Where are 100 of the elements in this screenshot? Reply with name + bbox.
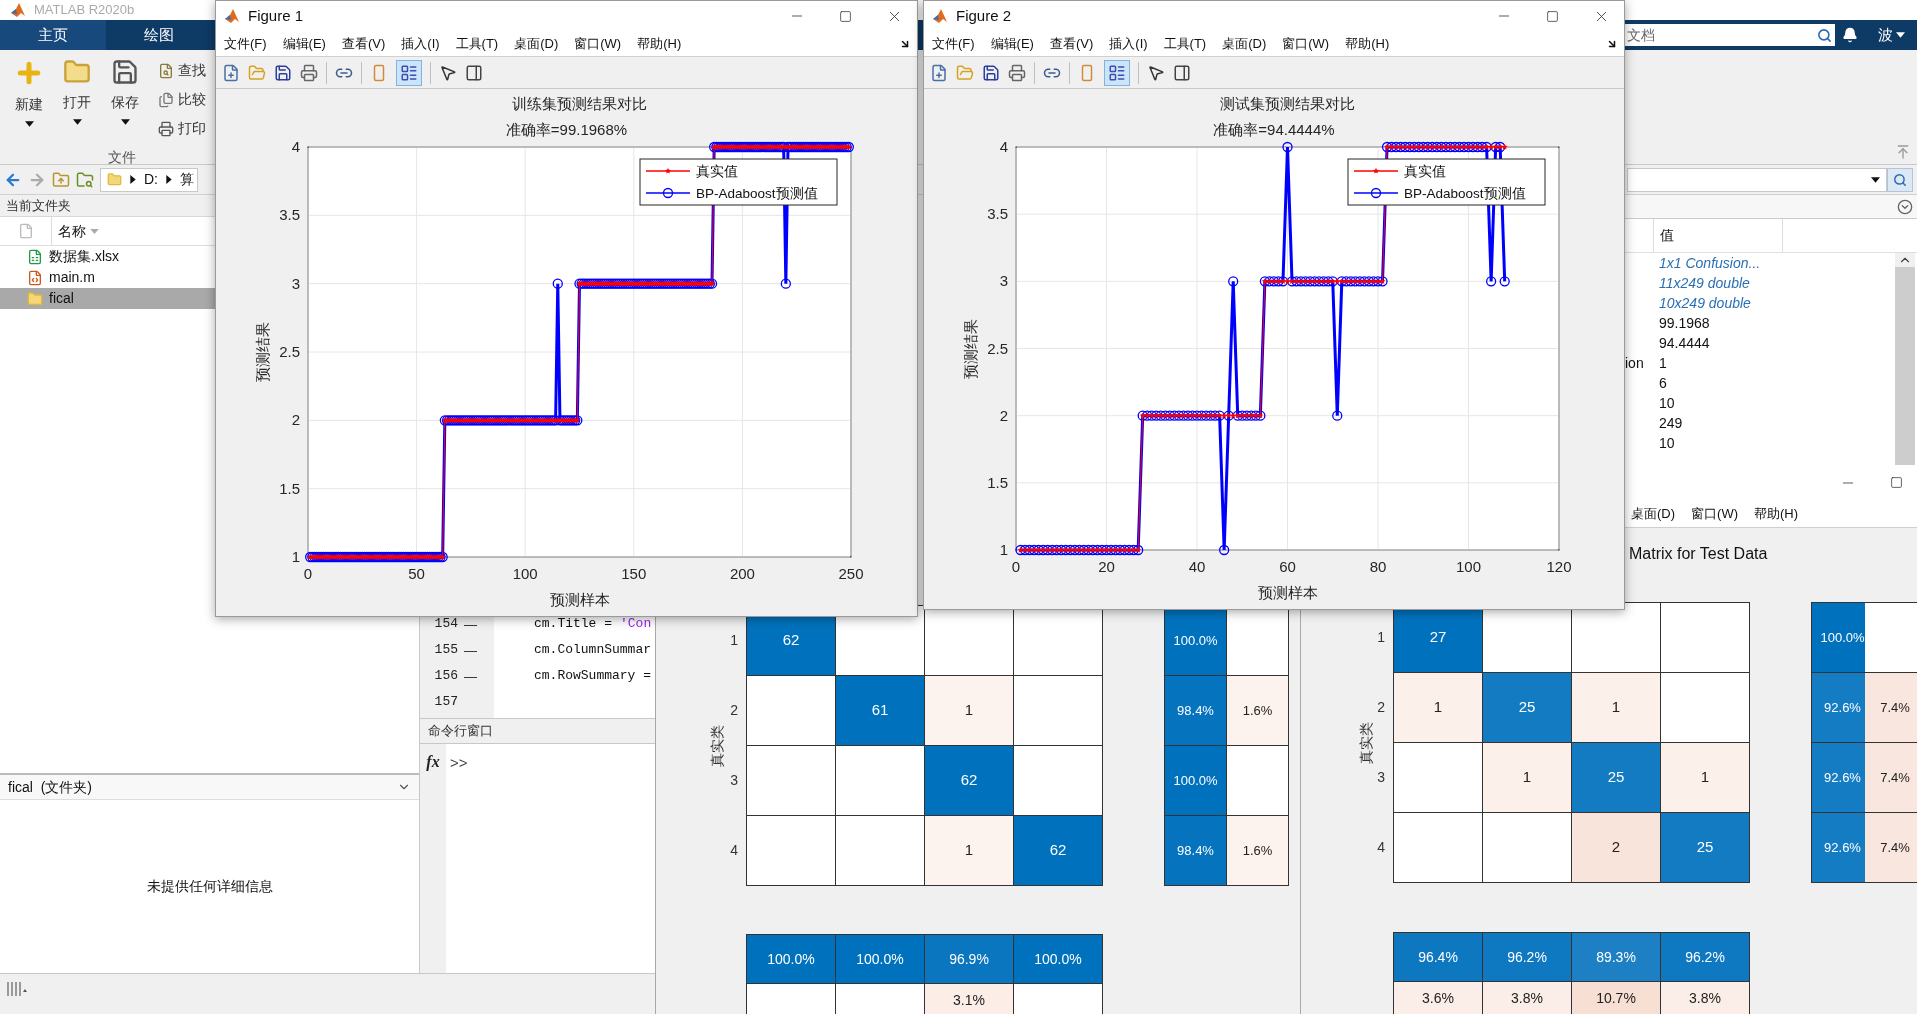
- menu-item[interactable]: 桌面(D): [514, 33, 559, 54]
- window-title: MATLAB R2020b: [34, 1, 135, 20]
- user-menu[interactable]: 波: [1865, 20, 1917, 50]
- matrix-cell: 1.6%: [1227, 816, 1289, 886]
- ribbon-tab[interactable]: 主页: [0, 20, 106, 50]
- column-heading[interactable]: 名称: [52, 220, 99, 242]
- menu-item[interactable]: 插入(I): [1109, 33, 1148, 54]
- axis-tick-label: 40: [1188, 558, 1206, 575]
- window-title: Figure 1: [248, 5, 304, 26]
- matrix-cell: 3.8%: [1661, 982, 1750, 1014]
- ribbon-button[interactable]: 打印: [158, 118, 206, 139]
- menu-item[interactable]: 窗口(W): [1282, 33, 1330, 54]
- y-axis-label: 预测结果: [962, 318, 979, 379]
- matrix-cell: 96.2%: [1483, 933, 1572, 982]
- file-name: fical: [49, 289, 74, 308]
- matrix-cell: 7.4%: [1864, 743, 1917, 813]
- matrix-cell: 98.4%: [1165, 816, 1227, 886]
- matrix-cell: 25: [1661, 813, 1750, 883]
- breakpoint-dash: —: [464, 643, 477, 658]
- code-line: cm.RowSummary =: [534, 667, 652, 686]
- matrix-cell: 61: [836, 676, 925, 746]
- matrix-cell: 100.0%: [1165, 746, 1227, 816]
- y-axis-label: 真实类: [707, 724, 726, 766]
- command-prompt: >>: [449, 753, 468, 772]
- ribbon-button[interactable]: 新建: [6, 58, 52, 139]
- axis-tick-label: 100: [1456, 558, 1481, 575]
- matrix-cell: 1: [1572, 673, 1661, 743]
- variable-value[interactable]: 11x249 double: [1653, 272, 1750, 294]
- path-field[interactable]: D: 算: [100, 167, 198, 192]
- matrix-cell: 62: [1014, 816, 1103, 886]
- axis-tick-label: 0: [303, 565, 313, 582]
- row-label: 2: [1377, 697, 1385, 717]
- ribbon-button[interactable]: 打开: [54, 58, 100, 139]
- line-number: 157: [434, 693, 458, 712]
- variable-value[interactable]: 10x249 double: [1653, 292, 1751, 314]
- row-label: 2: [730, 700, 738, 720]
- row-label: 1: [1377, 627, 1385, 647]
- row-label: 4: [730, 840, 738, 860]
- matrix-cell: 1: [1661, 743, 1750, 813]
- row-label: 4: [1377, 837, 1385, 857]
- breadcrumb[interactable]: D:: [144, 169, 158, 190]
- matrix-cell: 100.0%: [1014, 935, 1103, 984]
- variable-value[interactable]: 10: [1653, 432, 1675, 454]
- matrix-cell: 96.9%: [925, 935, 1014, 984]
- chart-title: 训练集预测结果对比: [512, 95, 647, 112]
- menu-item[interactable]: 文件(F): [224, 33, 267, 54]
- matrix-cell: 98.4%: [1165, 676, 1227, 746]
- variable-value[interactable]: 10: [1653, 392, 1675, 414]
- ribbon-tab[interactable]: 绘图: [106, 20, 212, 50]
- ribbon-button[interactable]: 比较: [158, 89, 206, 110]
- search-field[interactable]: 文档: [1625, 24, 1813, 46]
- menu-item[interactable]: 窗口(W): [1691, 503, 1738, 524]
- matrix-cell: 96.4%: [1394, 933, 1483, 982]
- variable-value[interactable]: 1: [1653, 352, 1667, 374]
- axis-tick-label: 0: [1011, 558, 1021, 575]
- menu-item[interactable]: 帮助(H): [1754, 503, 1799, 524]
- axis-tick-label: 3.5: [987, 205, 1008, 223]
- menu-item[interactable]: 窗口(W): [574, 33, 622, 54]
- code-line: cm.Title =: [534, 615, 612, 634]
- axis-tick-label: 4: [999, 138, 1008, 155]
- menu-item[interactable]: 编辑(E): [282, 33, 326, 54]
- menu-item[interactable]: 查看(V): [1049, 33, 1094, 54]
- line-number: 156: [434, 667, 458, 686]
- menu-item[interactable]: 文件(F): [932, 33, 975, 54]
- breadcrumb[interactable]: 算: [180, 169, 194, 190]
- axis-tick-label: 200: [729, 565, 755, 582]
- variable-value[interactable]: 1x1 Confusion...: [1653, 252, 1761, 274]
- axis-tick-label: 3: [291, 274, 300, 292]
- legend-label: BP-Adaboost预测值: [1404, 186, 1526, 201]
- matrix-cell: 10.7%: [1572, 982, 1661, 1014]
- menu-item[interactable]: 工具(T): [1163, 33, 1207, 54]
- menu-item[interactable]: 桌面(D): [1222, 33, 1267, 54]
- ribbon-button[interactable]: 查找: [158, 60, 206, 81]
- menu-item[interactable]: 帮助(H): [637, 33, 682, 54]
- panel-title: 命令行窗口: [428, 722, 493, 741]
- variable-value[interactable]: 6: [1653, 372, 1667, 394]
- file-row[interactable]: fical: [0, 288, 215, 309]
- menu-item[interactable]: 插入(I): [401, 33, 440, 54]
- menu-item[interactable]: 工具(T): [455, 33, 499, 54]
- axis-tick-label: 2: [291, 411, 300, 429]
- chart-subtitle: 准确率=99.1968%: [505, 120, 628, 140]
- variable-value[interactable]: 99.1968: [1653, 312, 1710, 334]
- menu-item[interactable]: 编辑(E): [990, 33, 1034, 54]
- matrix-cell: 3.1%: [925, 984, 1014, 1014]
- matrix-cell: 100.0%: [836, 935, 925, 984]
- axis-tick-label: 2.5: [987, 339, 1008, 357]
- matrix-cell: 1.6%: [1227, 676, 1289, 746]
- axis-tick-label: 2.5: [279, 343, 300, 360]
- variable-value[interactable]: 249: [1653, 412, 1683, 434]
- variable-name: ion: [1625, 355, 1644, 371]
- axis-tick-label: 150: [621, 565, 647, 582]
- ribbon-button[interactable]: 保存: [102, 58, 148, 139]
- variable-value[interactable]: 94.4444: [1653, 332, 1710, 354]
- function-button[interactable]: fx: [426, 750, 440, 772]
- menu-item[interactable]: 帮助(H): [1345, 33, 1390, 54]
- axis-tick-label: 100: [512, 565, 538, 582]
- code-line: cm.ColumnSummar: [534, 641, 652, 660]
- chart-title: Matrix for Test Data: [1629, 544, 1768, 564]
- menu-item[interactable]: 桌面(D): [1631, 503, 1676, 524]
- menu-item[interactable]: 查看(V): [341, 33, 386, 54]
